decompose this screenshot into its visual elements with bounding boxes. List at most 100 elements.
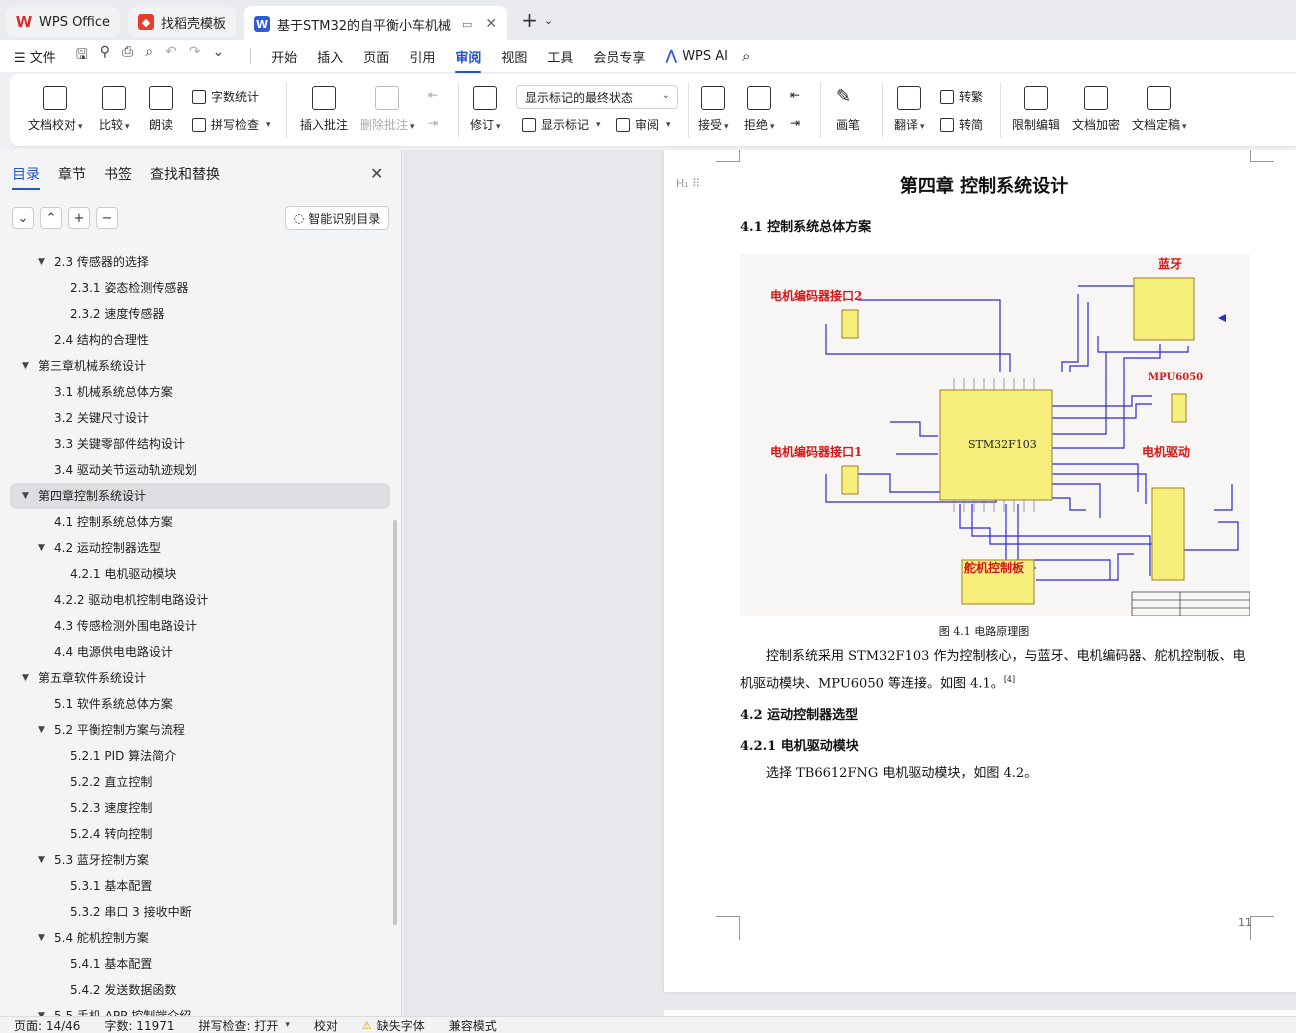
print-preview-icon[interactable]: ⌕ [145, 44, 153, 68]
expand-triangle-icon[interactable]: ▼ [38, 249, 45, 275]
toc-item[interactable]: 4.2.1 电机驱动模块 [10, 561, 390, 587]
smart-toc-button[interactable]: ◌ 智能识别目录 [285, 206, 389, 230]
reject-button[interactable]: 拒绝 ▾ [744, 86, 775, 133]
toc-item[interactable]: 5.4.1 基本配置 [10, 951, 390, 977]
expand-down-icon[interactable]: ⌄ [12, 207, 34, 229]
citation-ref[interactable]: [4] [1004, 675, 1015, 684]
remove-heading-icon[interactable]: − [96, 207, 118, 229]
expand-triangle-icon[interactable]: ▼ [22, 483, 29, 509]
undo-icon[interactable]: ↶ [165, 44, 177, 68]
toc-item[interactable]: 4.2.2 驱动电机控制电路设计 [10, 587, 390, 613]
toc-item[interactable]: 4.1 控制系统总体方案 [10, 509, 390, 535]
file-menu[interactable]: ☰ 文件 [14, 47, 56, 66]
toc-item[interactable]: 5.1 软件系统总体方案 [10, 691, 390, 717]
next-comment-icon[interactable]: ⇥ [428, 116, 438, 130]
toc-item[interactable]: ▼ 5.4 舵机控制方案 [10, 925, 390, 951]
pen-button[interactable]: ✎ 画笔 [836, 86, 860, 133]
doc-check-button[interactable]: 文档校对 ▾ [28, 86, 83, 133]
toc-item[interactable]: ▼ 第三章机械系统设计 [10, 353, 390, 379]
toc-item[interactable]: 5.2.1 PID 算法简介 [10, 743, 390, 769]
screen-icon[interactable]: ▭ [462, 18, 472, 31]
toc-item[interactable]: 5.4.2 发送数据函数 [10, 977, 390, 1003]
add-heading-icon[interactable]: + [68, 207, 90, 229]
expand-triangle-icon[interactable]: ▼ [38, 717, 45, 743]
menu-reference[interactable]: 引用 [409, 47, 435, 66]
toc-item[interactable]: 2.4 结构的合理性 [10, 327, 390, 353]
tab-sections[interactable]: 章节 [58, 164, 86, 184]
toc-item[interactable]: ▼ 2.3 传感器的选择 [10, 249, 390, 275]
toc-item[interactable]: ▼ 5.2 平衡控制方案与流程 [10, 717, 390, 743]
prev-comment-icon[interactable]: ⇤ [428, 88, 438, 102]
next-change-icon[interactable]: ⇥ [790, 116, 800, 130]
expand-triangle-icon[interactable]: ▼ [38, 535, 45, 561]
menu-page[interactable]: 页面 [363, 47, 389, 66]
markup-state-select[interactable]: 显示标记的最终状态 ⌄ [516, 85, 678, 109]
encrypt-button[interactable]: 文档加密 [1072, 86, 1120, 133]
toc-item[interactable]: ▼ 5.3 蓝牙控制方案 [10, 847, 390, 873]
accept-button[interactable]: 接受 ▾ [698, 86, 729, 133]
link-icon[interactable]: ⚲ [100, 44, 110, 68]
search-icon[interactable]: ⌕ [742, 47, 750, 65]
add-tab-icon[interactable]: + [521, 8, 538, 32]
toc-item[interactable]: ▼ 第四章控制系统设计 [10, 483, 390, 509]
prev-change-icon[interactable]: ⇤ [790, 88, 800, 102]
read-aloud-button[interactable]: 朗读 [149, 86, 173, 133]
revise-button[interactable]: 修订 ▾ [470, 86, 501, 133]
tab-document[interactable]: W 基于STM32的自平衡小车机械 ▭ ✕ [244, 6, 508, 42]
toc-item[interactable]: 4.3 传感检测外围电路设计 [10, 613, 390, 639]
toc-item[interactable]: 5.3.1 基本配置 [10, 873, 390, 899]
chevron-down-icon[interactable]: ⌄ [544, 14, 553, 27]
toc-item[interactable]: ▼ 4.2 运动控制器选型 [10, 535, 390, 561]
tab-find-replace[interactable]: 查找和替换 [150, 164, 220, 184]
close-tab-icon[interactable]: ✕ [485, 16, 497, 32]
more-chevron-icon[interactable]: ⌄ [213, 44, 225, 68]
page-indicator[interactable]: 页面: 14/46 [14, 1017, 80, 1033]
scrollbar[interactable] [393, 520, 397, 925]
toc-item[interactable]: 2.3.1 姿态检测传感器 [10, 275, 390, 301]
redo-icon[interactable]: ↷ [189, 44, 201, 68]
missing-font-indicator[interactable]: ⚠ 缺失字体 [362, 1017, 425, 1033]
menu-insert[interactable]: 插入 [317, 47, 343, 66]
expand-triangle-icon[interactable]: ▼ [22, 665, 29, 691]
toc-item[interactable]: 5.2.3 速度控制 [10, 795, 390, 821]
expand-triangle-icon[interactable]: ▼ [22, 353, 29, 379]
translate-button[interactable]: 翻译 ▾ [894, 86, 925, 133]
toc-item[interactable]: 5.2.2 直立控制 [10, 769, 390, 795]
insert-comment-button[interactable]: 插入批注 [300, 86, 348, 133]
menu-start[interactable]: 开始 [271, 47, 297, 66]
to-traditional-button[interactable]: 转繁 [940, 88, 983, 105]
toc-item[interactable]: 3.1 机械系统总体方案 [10, 379, 390, 405]
spell-check-button[interactable]: 拼写检查 ▾ [192, 116, 271, 133]
tab-docer-templates[interactable]: ◆ 找稻壳模板 [128, 7, 237, 37]
print-icon[interactable]: ⎙ [122, 44, 133, 68]
review-pane-button[interactable]: 审阅 ▾ [616, 116, 671, 133]
tab-wps-office[interactable]: W WPS Office [6, 7, 121, 37]
toc-item[interactable]: 2.3.2 速度传感器 [10, 301, 390, 327]
compare-button[interactable]: 比较 ▾ [99, 86, 130, 133]
to-simplified-button[interactable]: 转简 [940, 116, 983, 133]
toc-item[interactable]: 3.4 驱动关节运动轨迹规划 [10, 457, 390, 483]
tab-toc[interactable]: 目录 [12, 164, 40, 190]
restrict-edit-button[interactable]: 限制编辑 [1012, 86, 1060, 133]
toc-item[interactable]: ▼ 第五章软件系统设计 [10, 665, 390, 691]
proof-indicator[interactable]: 校对 [314, 1017, 338, 1033]
delete-comment-button[interactable]: 删除批注 ▾ [360, 86, 415, 133]
spell-check-indicator[interactable]: 拼写检查: 打开 ▾ [199, 1017, 290, 1033]
tab-bookmarks[interactable]: 书签 [104, 164, 132, 184]
menu-view[interactable]: 视图 [501, 47, 527, 66]
wps-ai-button[interactable]: ⋀ WPS AI [665, 48, 728, 64]
finalize-button[interactable]: 文档定稿 ▾ [1132, 86, 1187, 133]
toc-item[interactable]: 3.2 关键尺寸设计 [10, 405, 390, 431]
expand-triangle-icon[interactable]: ▼ [38, 925, 45, 951]
word-count-button[interactable]: 字数统计 [192, 88, 259, 105]
menu-review[interactable]: 审阅 [455, 47, 482, 73]
toc-item[interactable]: 3.3 关键零部件结构设计 [10, 431, 390, 457]
menu-member[interactable]: 会员专享 [593, 47, 645, 66]
show-markup-button[interactable]: 显示标记 ▾ [522, 116, 601, 133]
save-icon[interactable]: 🖫 [76, 44, 88, 68]
expand-triangle-icon[interactable]: ▼ [38, 847, 45, 873]
close-icon[interactable]: ✕ [370, 164, 383, 183]
toc-item[interactable]: 5.3.2 串口 3 接收中断 [10, 899, 390, 925]
word-count-indicator[interactable]: 字数: 11971 [104, 1017, 174, 1033]
menu-tools[interactable]: 工具 [547, 47, 573, 66]
